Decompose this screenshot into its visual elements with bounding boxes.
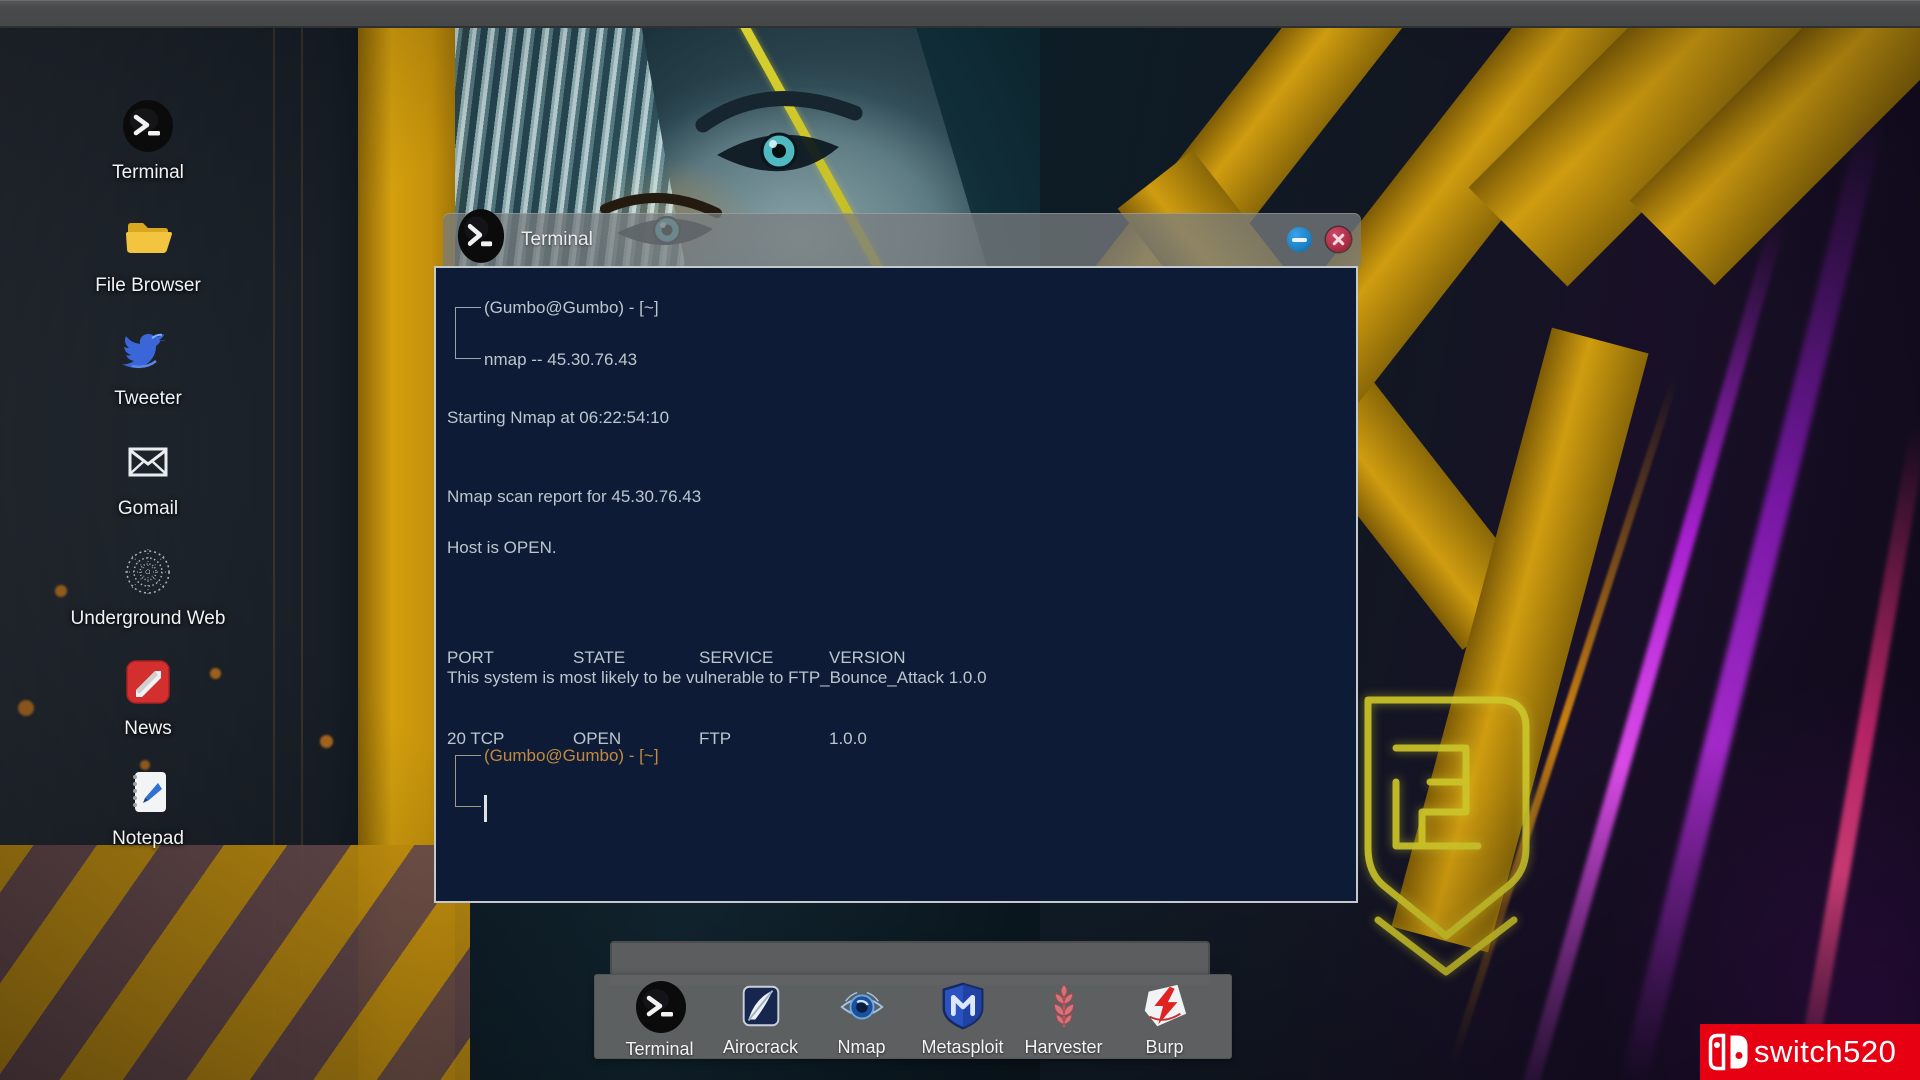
desktop-icon-tweeter[interactable]: Tweeter xyxy=(58,326,238,410)
terminal-icon xyxy=(635,981,685,1031)
dock-item-burp[interactable]: Burp xyxy=(1114,981,1215,1058)
news-icon xyxy=(122,656,174,708)
terminal-line: Starting Nmap at 06:22:54:10 xyxy=(447,408,669,428)
dock-item-harvester[interactable]: Harvester xyxy=(1013,981,1114,1058)
terminal-titlebar[interactable]: Terminal xyxy=(443,213,1361,266)
burp-bolt-icon xyxy=(1140,981,1190,1031)
prompt-user: (Gumbo@Gumbo) - [~] xyxy=(484,746,659,766)
dock-item-terminal[interactable]: Terminal xyxy=(609,981,710,1060)
metasploit-shield-icon xyxy=(938,981,988,1031)
nmap-eye-icon xyxy=(837,981,887,1031)
harvester-feather-icon xyxy=(1039,981,1089,1031)
desktop-icon-news[interactable]: News xyxy=(58,656,238,740)
desktop-icon-label: File Browser xyxy=(58,275,238,297)
desktop-icon-label: Underground Web xyxy=(58,608,238,630)
port-table-header: PORTSTATESERVICEVERSION xyxy=(447,644,906,671)
dock-item-label: Metasploit xyxy=(912,1037,1013,1058)
dock-item-airocrack[interactable]: Airocrack xyxy=(710,981,811,1058)
desktop-icon-underground-web[interactable]: Underground Web xyxy=(58,546,238,630)
terminal-prompt-block: (Gumbo@Gumbo) - [~] nmap -- 45.30.76.43 xyxy=(436,282,659,386)
prompt-input-line[interactable] xyxy=(484,782,659,834)
prompt-bracket xyxy=(455,755,481,807)
watermark-text: switch520 xyxy=(1754,1034,1896,1070)
prompt-bracket xyxy=(455,307,481,359)
screen: Terminal File Browser Tweeter Gomail Und… xyxy=(0,0,1920,1080)
dock-item-label: Burp xyxy=(1114,1037,1215,1058)
desktop-icon-gomail[interactable]: Gomail xyxy=(58,436,238,520)
desktop-icon-label: Notepad xyxy=(58,828,238,850)
prompt-user-line: (Gumbo@Gumbo) - [~] xyxy=(484,282,659,334)
desktop-icon-notepad[interactable]: Notepad xyxy=(58,766,238,850)
top-bar xyxy=(0,0,1920,28)
state-header: STATE xyxy=(573,644,699,671)
airocrack-feather-icon xyxy=(736,981,786,1031)
vulnerability-line: This system is most likely to be vulnera… xyxy=(447,668,987,688)
terminal-icon xyxy=(457,208,505,264)
close-button[interactable] xyxy=(1326,227,1351,252)
window-title: Terminal xyxy=(521,213,593,266)
version-value: 1.0.0 xyxy=(829,725,867,752)
service-value: FTP xyxy=(699,725,829,752)
terminal-prompt-block: (Gumbo@Gumbo) - [~] xyxy=(436,730,659,834)
folder-icon xyxy=(122,213,174,265)
desktop-icon-file-browser[interactable]: File Browser xyxy=(58,213,238,297)
terminal-line: Host is OPEN. xyxy=(447,538,557,558)
dock: Terminal Airocrack Nmap Metasploit Harve xyxy=(594,974,1232,1059)
prompt-command: nmap -- 45.30.76.43 xyxy=(484,350,637,370)
desktop-icon-terminal[interactable]: Terminal xyxy=(58,100,238,184)
watermark: switch520 xyxy=(1700,1024,1920,1080)
minimize-button[interactable] xyxy=(1287,227,1312,252)
dock-item-label: Nmap xyxy=(811,1037,912,1058)
text-cursor xyxy=(484,795,487,822)
desktop-icon-label: Gomail xyxy=(58,498,238,520)
port-header: PORT xyxy=(447,644,573,671)
dock-item-metasploit[interactable]: Metasploit xyxy=(912,981,1013,1058)
desktop-icon-label: News xyxy=(58,718,238,740)
dock-item-nmap[interactable]: Nmap xyxy=(811,981,912,1058)
prompt-user: (Gumbo@Gumbo) - [~] xyxy=(484,298,659,318)
version-header: VERSION xyxy=(829,644,906,671)
notepad-icon xyxy=(122,766,174,818)
terminal-output[interactable]: (Gumbo@Gumbo) - [~] nmap -- 45.30.76.43 … xyxy=(434,266,1358,903)
web-mandala-icon xyxy=(122,546,174,598)
switch-logo-icon xyxy=(1706,1030,1752,1074)
dock-item-label: Harvester xyxy=(1013,1037,1114,1058)
dock-item-label: Terminal xyxy=(609,1039,710,1060)
service-header: SERVICE xyxy=(699,644,829,671)
terminal-window: Terminal (Gumbo@Gumbo) - [~] nmap -- 45.… xyxy=(434,213,1358,903)
window-controls xyxy=(1287,227,1351,252)
terminal-line: Nmap scan report for 45.30.76.43 xyxy=(447,487,701,507)
terminal-icon xyxy=(122,100,174,152)
bird-icon xyxy=(122,326,174,378)
envelope-icon xyxy=(122,436,174,488)
prompt-command-line: nmap -- 45.30.76.43 xyxy=(484,334,659,386)
desktop-icon-label: Tweeter xyxy=(58,388,238,410)
dock-item-label: Airocrack xyxy=(710,1037,811,1058)
desktop-icon-label: Terminal xyxy=(58,162,238,184)
prompt-user-line: (Gumbo@Gumbo) - [~] xyxy=(484,730,659,782)
